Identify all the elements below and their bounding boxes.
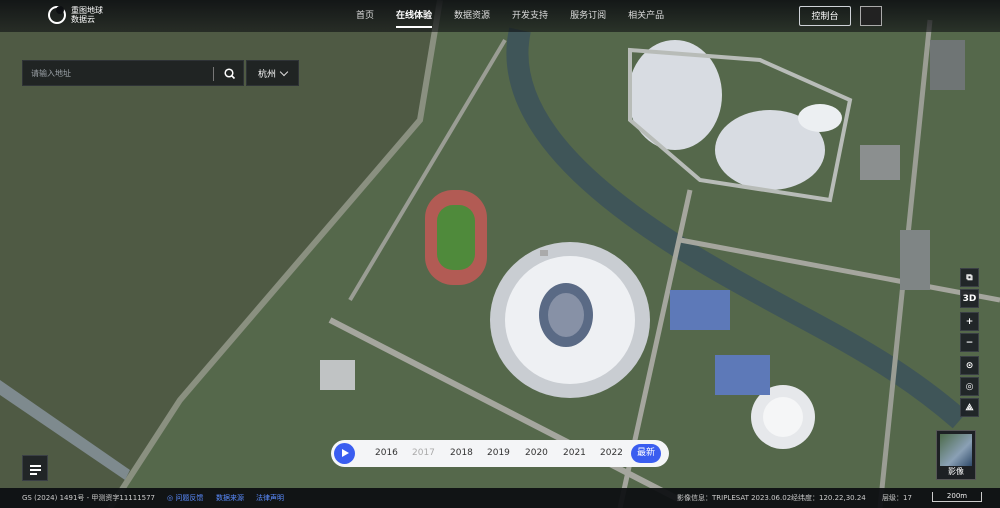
layer-switch-label: 影像 [948,467,964,476]
nav-item-related-products[interactable]: 相关产品 [617,0,675,32]
address-search-box [22,60,244,86]
list-icon [30,465,41,467]
zoom-out-icon[interactable]: − [960,333,979,352]
map-toolbar: ⧉ 3D + − ⊙ ◎ ⟁ [960,268,979,419]
link-legal[interactable]: 法律声明 [256,488,284,508]
top-navbar: 重图地球 数据云 首页 在线体验 数据资源 开发支持 服务订阅 相关产品 控制台 [0,0,1000,32]
logo-icon [48,6,66,24]
year-timeline: 2016 2017 2018 2019 2020 2021 2022 最新 [331,440,669,467]
brand-logo[interactable]: 重图地球 数据云 [48,6,109,24]
3d-icon[interactable]: 3D [960,289,979,308]
link-data-source[interactable]: 数据来源 [216,488,244,508]
year-2020[interactable]: 2020 [525,440,548,467]
address-search-input[interactable] [23,67,213,79]
year-2018[interactable]: 2018 [450,440,473,467]
nav-item-data-resources[interactable]: 数据资源 [443,0,501,32]
city-select[interactable]: 杭州 [246,60,299,86]
legend-list-button[interactable] [22,455,48,481]
link-feedback[interactable]: ◎ 问题反馈 [167,488,203,508]
chevron-down-icon [279,67,289,76]
coordinates-readout: 经纬度：120.22,30.24 [791,494,866,502]
logo-line-1: 重图地球 [71,6,103,15]
list-icon-line [30,469,41,471]
year-2022[interactable]: 2022 [600,440,623,467]
year-2017: 2017 [412,448,435,458]
logo-text: 重图地球 数据云 [71,6,109,24]
status-bar: GS (2024) 1491号 - 甲测资字11111577 ◎ 问题反馈 数据… [0,488,1000,508]
layer-switch-button[interactable]: 影像 [936,430,976,480]
measure-icon[interactable]: ⟁ [960,398,979,417]
list-icon-line [30,473,37,475]
scale-bar: 200m [932,492,982,502]
imagery-thumbnail [940,434,972,466]
search-divider [213,67,214,81]
main-nav: 首页 在线体验 数据资源 开发支持 服务订阅 相关产品 [345,0,675,32]
image-info: 影像信息：TRIPLESAT 2023.06.02 [677,494,792,502]
play-icon[interactable] [334,443,355,464]
city-select-value: 杭州 [257,69,276,80]
year-2021[interactable]: 2021 [563,440,586,467]
license-text: GS (2024) 1491号 - 甲测资字11111577 [22,494,156,502]
user-avatar[interactable] [860,6,882,26]
zoom-in-icon[interactable]: + [960,312,979,331]
year-2016[interactable]: 2016 [375,440,398,467]
year-latest-button[interactable]: 最新 [631,444,662,463]
nav-item-service-subscription[interactable]: 服务订阅 [559,0,617,32]
year-2019[interactable]: 2019 [487,440,510,467]
nav-item-home[interactable]: 首页 [345,0,385,32]
nav-item-online-experience[interactable]: 在线体验 [385,0,443,32]
layers-icon[interactable]: ⧉ [960,268,979,287]
zoom-level: 层级：17 [882,494,912,502]
location-pin-icon[interactable]: ⊙ [960,356,979,375]
search-icon[interactable] [223,67,237,81]
link-feedback-label: 问题反馈 [175,494,204,502]
console-button[interactable]: 控制台 [799,6,851,26]
logo-line-2: 数据云 [71,15,95,24]
locate-icon[interactable]: ◎ [960,377,979,396]
nav-item-dev-support[interactable]: 开发支持 [501,0,559,32]
